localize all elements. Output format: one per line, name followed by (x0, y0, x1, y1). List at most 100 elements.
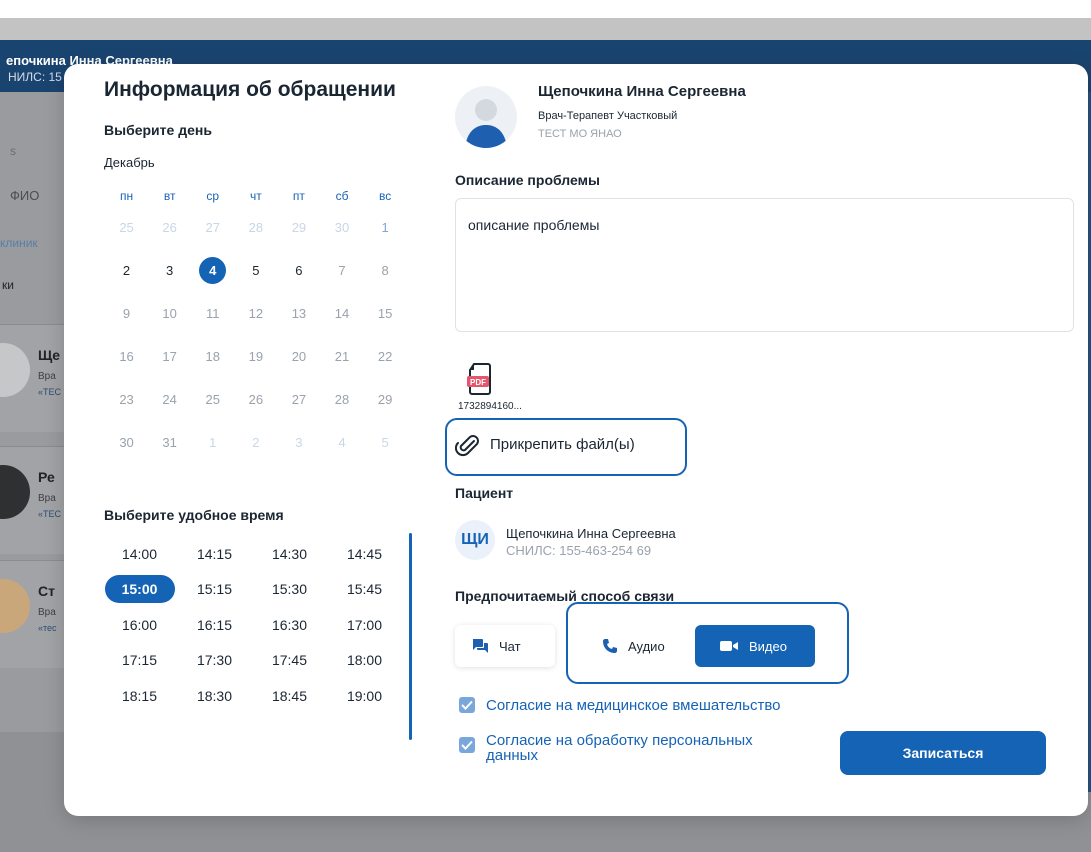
calendar-day[interactable]: 21 (320, 349, 363, 364)
calendar-week: 16 17 18 19 20 21 22 (105, 335, 407, 378)
calendar-day: 1 (209, 435, 217, 450)
time-slot-selected[interactable]: 15:00 (102, 575, 177, 604)
time-slot[interactable]: 18:00 (327, 652, 402, 668)
calendar-day: 30 (334, 220, 350, 235)
calendar-day: 2 (252, 435, 260, 450)
time-list-scrollbar[interactable] (409, 533, 412, 740)
calendar-day: 29 (291, 220, 307, 235)
calendar-weekdays: пн вт ср чт пт сб вс (105, 186, 407, 206)
time-slot[interactable]: 19:00 (327, 688, 402, 704)
submit-button[interactable]: Записаться (840, 731, 1046, 775)
time-slot[interactable]: 18:30 (177, 688, 252, 704)
consent-data-checkbox[interactable] (459, 737, 475, 753)
highlight-frame (566, 602, 849, 684)
time-slot[interactable]: 14:00 (102, 546, 177, 562)
chat-option-button[interactable]: Чат (455, 625, 555, 667)
calendar-day[interactable]: 17 (148, 349, 191, 364)
calendar-day[interactable]: 22 (364, 349, 407, 364)
consent-data-label-continuation[interactable]: данных (486, 748, 538, 763)
weekday-label: пн (119, 189, 134, 203)
time-row: 15:00 15:15 15:30 15:45 (102, 572, 402, 608)
calendar-day[interactable]: 16 (105, 349, 148, 364)
doctor-name: Щепочкина Инна Сергеевна (538, 83, 746, 100)
avatar (0, 465, 30, 519)
doctor-avatar (455, 86, 517, 148)
calendar-day[interactable]: 27 (277, 392, 320, 407)
calendar-day[interactable]: 14 (320, 306, 363, 321)
card-org: «ТЕС (38, 509, 62, 519)
browser-strip (0, 18, 1091, 40)
weekday-label: вс (378, 189, 392, 203)
selected-time-label: 15:00 (104, 575, 175, 604)
choose-day-heading: Выберите день (104, 122, 212, 138)
time-slot[interactable]: 17:30 (177, 652, 252, 668)
avatar (0, 579, 30, 633)
calendar-day[interactable]: 20 (277, 349, 320, 364)
calendar-day[interactable]: 19 (234, 349, 277, 364)
svg-text:PDF: PDF (470, 378, 486, 387)
attach-files-label[interactable]: Прикрепить файл(ы) (490, 436, 635, 453)
time-slot[interactable]: 17:45 (252, 652, 327, 668)
time-slot[interactable]: 17:00 (327, 617, 402, 633)
calendar-day[interactable]: 10 (148, 306, 191, 321)
calendar-day[interactable]: 5 (234, 263, 277, 278)
calendar-day[interactable]: 8 (364, 263, 407, 278)
calendar-day[interactable]: 6 (277, 263, 320, 278)
calendar-day: 26 (162, 220, 177, 235)
time-slot[interactable]: 15:30 (252, 581, 327, 597)
calendar-day[interactable]: 18 (191, 349, 234, 364)
calendar-day-selected[interactable]: 4 (191, 257, 234, 284)
time-slot[interactable]: 16:30 (252, 617, 327, 633)
calendar-day[interactable]: 9 (105, 306, 148, 321)
calendar-day[interactable]: 3 (148, 263, 191, 278)
calendar-day[interactable]: 24 (148, 392, 191, 407)
calendar-day[interactable]: 29 (364, 392, 407, 407)
time-slot[interactable]: 14:15 (177, 546, 252, 562)
time-slot[interactable]: 14:45 (327, 546, 402, 562)
calendar-day[interactable]: 30 (105, 435, 148, 450)
time-slots: 14:00 14:15 14:30 14:45 15:00 15:15 15:3… (102, 536, 402, 714)
calendar-day[interactable]: 2 (105, 263, 148, 278)
calendar-day: 28 (248, 220, 264, 235)
time-slot[interactable]: 14:30 (252, 546, 327, 562)
time-slot[interactable]: 15:45 (327, 581, 402, 597)
attached-file-name[interactable]: 1732894160... (458, 401, 522, 412)
calendar-day[interactable]: 26 (234, 392, 277, 407)
problem-textarea[interactable]: описание проблемы (455, 198, 1074, 332)
calendar-day[interactable]: 23 (105, 392, 148, 407)
calendar-day[interactable]: 12 (234, 306, 277, 321)
consent-medical-label[interactable]: Согласие на медицинское вмешательство (486, 698, 781, 713)
card-role: Вра (38, 493, 56, 504)
calendar-week: 30 31 1 2 3 4 5 (105, 421, 407, 464)
doctor-organization: ТЕСТ МО ЯНАО (538, 128, 622, 140)
patient-initials-badge: ЩИ (455, 520, 495, 560)
calendar-day[interactable]: 15 (364, 306, 407, 321)
time-slot[interactable]: 16:00 (102, 617, 177, 633)
chat-option-label: Чат (499, 638, 521, 654)
time-slot[interactable]: 16:15 (177, 617, 252, 633)
calendar-day: 25 (119, 220, 134, 235)
time-slot[interactable]: 17:15 (102, 652, 177, 668)
calendar-week: 23 24 25 26 27 28 29 (105, 378, 407, 421)
pdf-file-icon[interactable]: PDF (466, 362, 494, 401)
calendar-day: 1 (381, 220, 389, 235)
calendar-week: 2 3 4 5 6 7 8 (105, 249, 407, 292)
time-slot[interactable]: 18:45 (252, 688, 327, 704)
time-slot[interactable]: 18:15 (102, 688, 177, 704)
calendar-day[interactable]: 7 (320, 263, 363, 278)
calendar-day[interactable]: 13 (277, 306, 320, 321)
calendar-month: Декабрь (104, 155, 155, 170)
time-slot[interactable]: 15:15 (177, 581, 252, 597)
calendar-day[interactable]: 11 (191, 306, 234, 321)
time-row: 16:00 16:15 16:30 17:00 (102, 607, 402, 643)
calendar-day[interactable]: 28 (320, 392, 363, 407)
choose-time-heading: Выберите удобное время (104, 507, 284, 523)
time-row: 14:00 14:15 14:30 14:45 (102, 536, 402, 572)
selected-day-label: 4 (199, 257, 227, 284)
card-role: Вра (38, 607, 56, 618)
consent-data-label[interactable]: Согласие на обработку персональных (486, 733, 753, 748)
consent-medical-checkbox[interactable] (459, 697, 475, 713)
calendar-day[interactable]: 31 (148, 435, 191, 450)
card-name: Ре (38, 469, 55, 485)
calendar-day[interactable]: 25 (191, 392, 234, 407)
